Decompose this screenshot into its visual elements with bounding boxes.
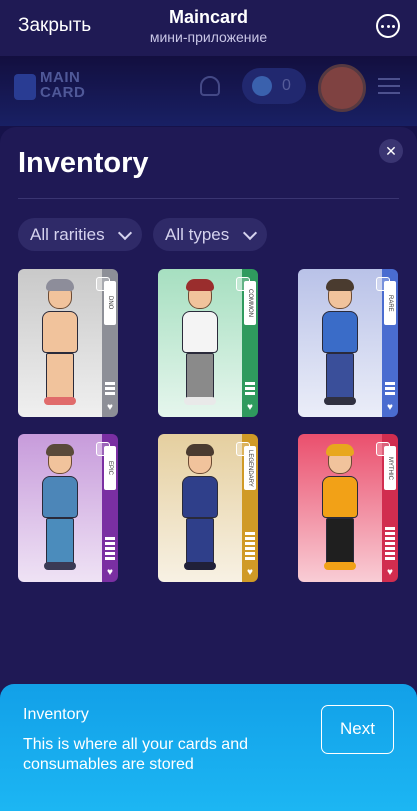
inventory-card[interactable]: DNO ♥: [18, 269, 118, 417]
coin-icon: [252, 76, 272, 96]
card-artwork: [158, 269, 242, 417]
character-figure: [36, 279, 84, 407]
rarity-filter-label: All rarities: [30, 225, 105, 244]
heart-icon[interactable]: ♥: [385, 403, 395, 413]
inventory-card[interactable]: COMMON ♥: [158, 269, 258, 417]
close-icon[interactable]: ✕: [379, 139, 403, 163]
rarity-label: RARE: [384, 281, 396, 325]
coin-balance[interactable]: 0: [242, 68, 306, 104]
inventory-card[interactable]: RARE ♥: [298, 269, 398, 417]
level-bars: [105, 380, 115, 395]
telegram-header: Закрыть Maincard мини-приложение: [0, 0, 417, 56]
level-bars: [385, 525, 395, 560]
heart-icon[interactable]: ♥: [105, 403, 115, 413]
tutorial-text: This is where all your cards and consuma…: [23, 736, 248, 773]
rarity-label: LEGENDARY: [244, 446, 256, 490]
tutorial-panel: Inventory This is where all your cards a…: [0, 684, 417, 811]
card-artwork: [158, 434, 242, 582]
character-figure: [176, 279, 224, 407]
page-title: Inventory: [18, 147, 149, 179]
type-filter-label: All types: [165, 225, 230, 244]
heart-icon[interactable]: ♥: [105, 568, 115, 578]
coin-count: 0: [282, 77, 291, 94]
bell-icon[interactable]: [200, 76, 220, 96]
chevron-down-icon: [117, 225, 133, 241]
card-artwork: [298, 434, 382, 582]
heart-icon[interactable]: ♥: [385, 568, 395, 578]
more-options-icon[interactable]: [376, 14, 400, 38]
type-filter-dropdown[interactable]: All types: [153, 218, 267, 251]
inventory-card[interactable]: LEGENDARY ♥: [158, 434, 258, 582]
logo-line-1: MAIN: [40, 69, 81, 86]
heart-icon[interactable]: ♥: [245, 403, 255, 413]
character-figure: [36, 444, 84, 572]
level-bars: [245, 380, 255, 395]
rarity-label: MYTHIC: [384, 446, 396, 490]
avatar[interactable]: [318, 64, 366, 112]
tutorial-title: Inventory: [23, 706, 89, 723]
rarity-label: DNO: [104, 281, 116, 325]
card-artwork: [18, 434, 102, 582]
mini-app-subtitle: мини-приложение: [149, 29, 268, 45]
mini-app-title: Maincard: [168, 7, 249, 27]
app-header: MAIN CARD 0: [0, 56, 417, 126]
rarity-filter-dropdown[interactable]: All rarities: [18, 218, 142, 251]
chevron-down-icon: [242, 225, 258, 241]
maincard-logo: MAIN CARD: [40, 70, 85, 100]
level-bars: [105, 535, 115, 560]
inventory-card[interactable]: EPIC ♥: [18, 434, 118, 582]
rarity-label: EPIC: [104, 446, 116, 490]
level-bars: [385, 380, 395, 395]
divider: [18, 198, 399, 199]
rarity-label: COMMON: [244, 281, 256, 325]
character-figure: [316, 279, 364, 407]
level-bars: [245, 530, 255, 560]
hamburger-menu-icon[interactable]: [378, 78, 400, 94]
logo-line-2: CARD: [40, 84, 86, 101]
card-artwork: [18, 269, 102, 417]
mini-app-title-block: Maincard мини-приложение: [0, 6, 417, 46]
maincard-logo-icon: [14, 74, 36, 100]
inventory-card[interactable]: MYTHIC ♥: [298, 434, 398, 582]
character-figure: [316, 444, 364, 572]
character-figure: [176, 444, 224, 572]
next-button[interactable]: Next: [321, 705, 394, 754]
card-artwork: [298, 269, 382, 417]
heart-icon[interactable]: ♥: [245, 568, 255, 578]
